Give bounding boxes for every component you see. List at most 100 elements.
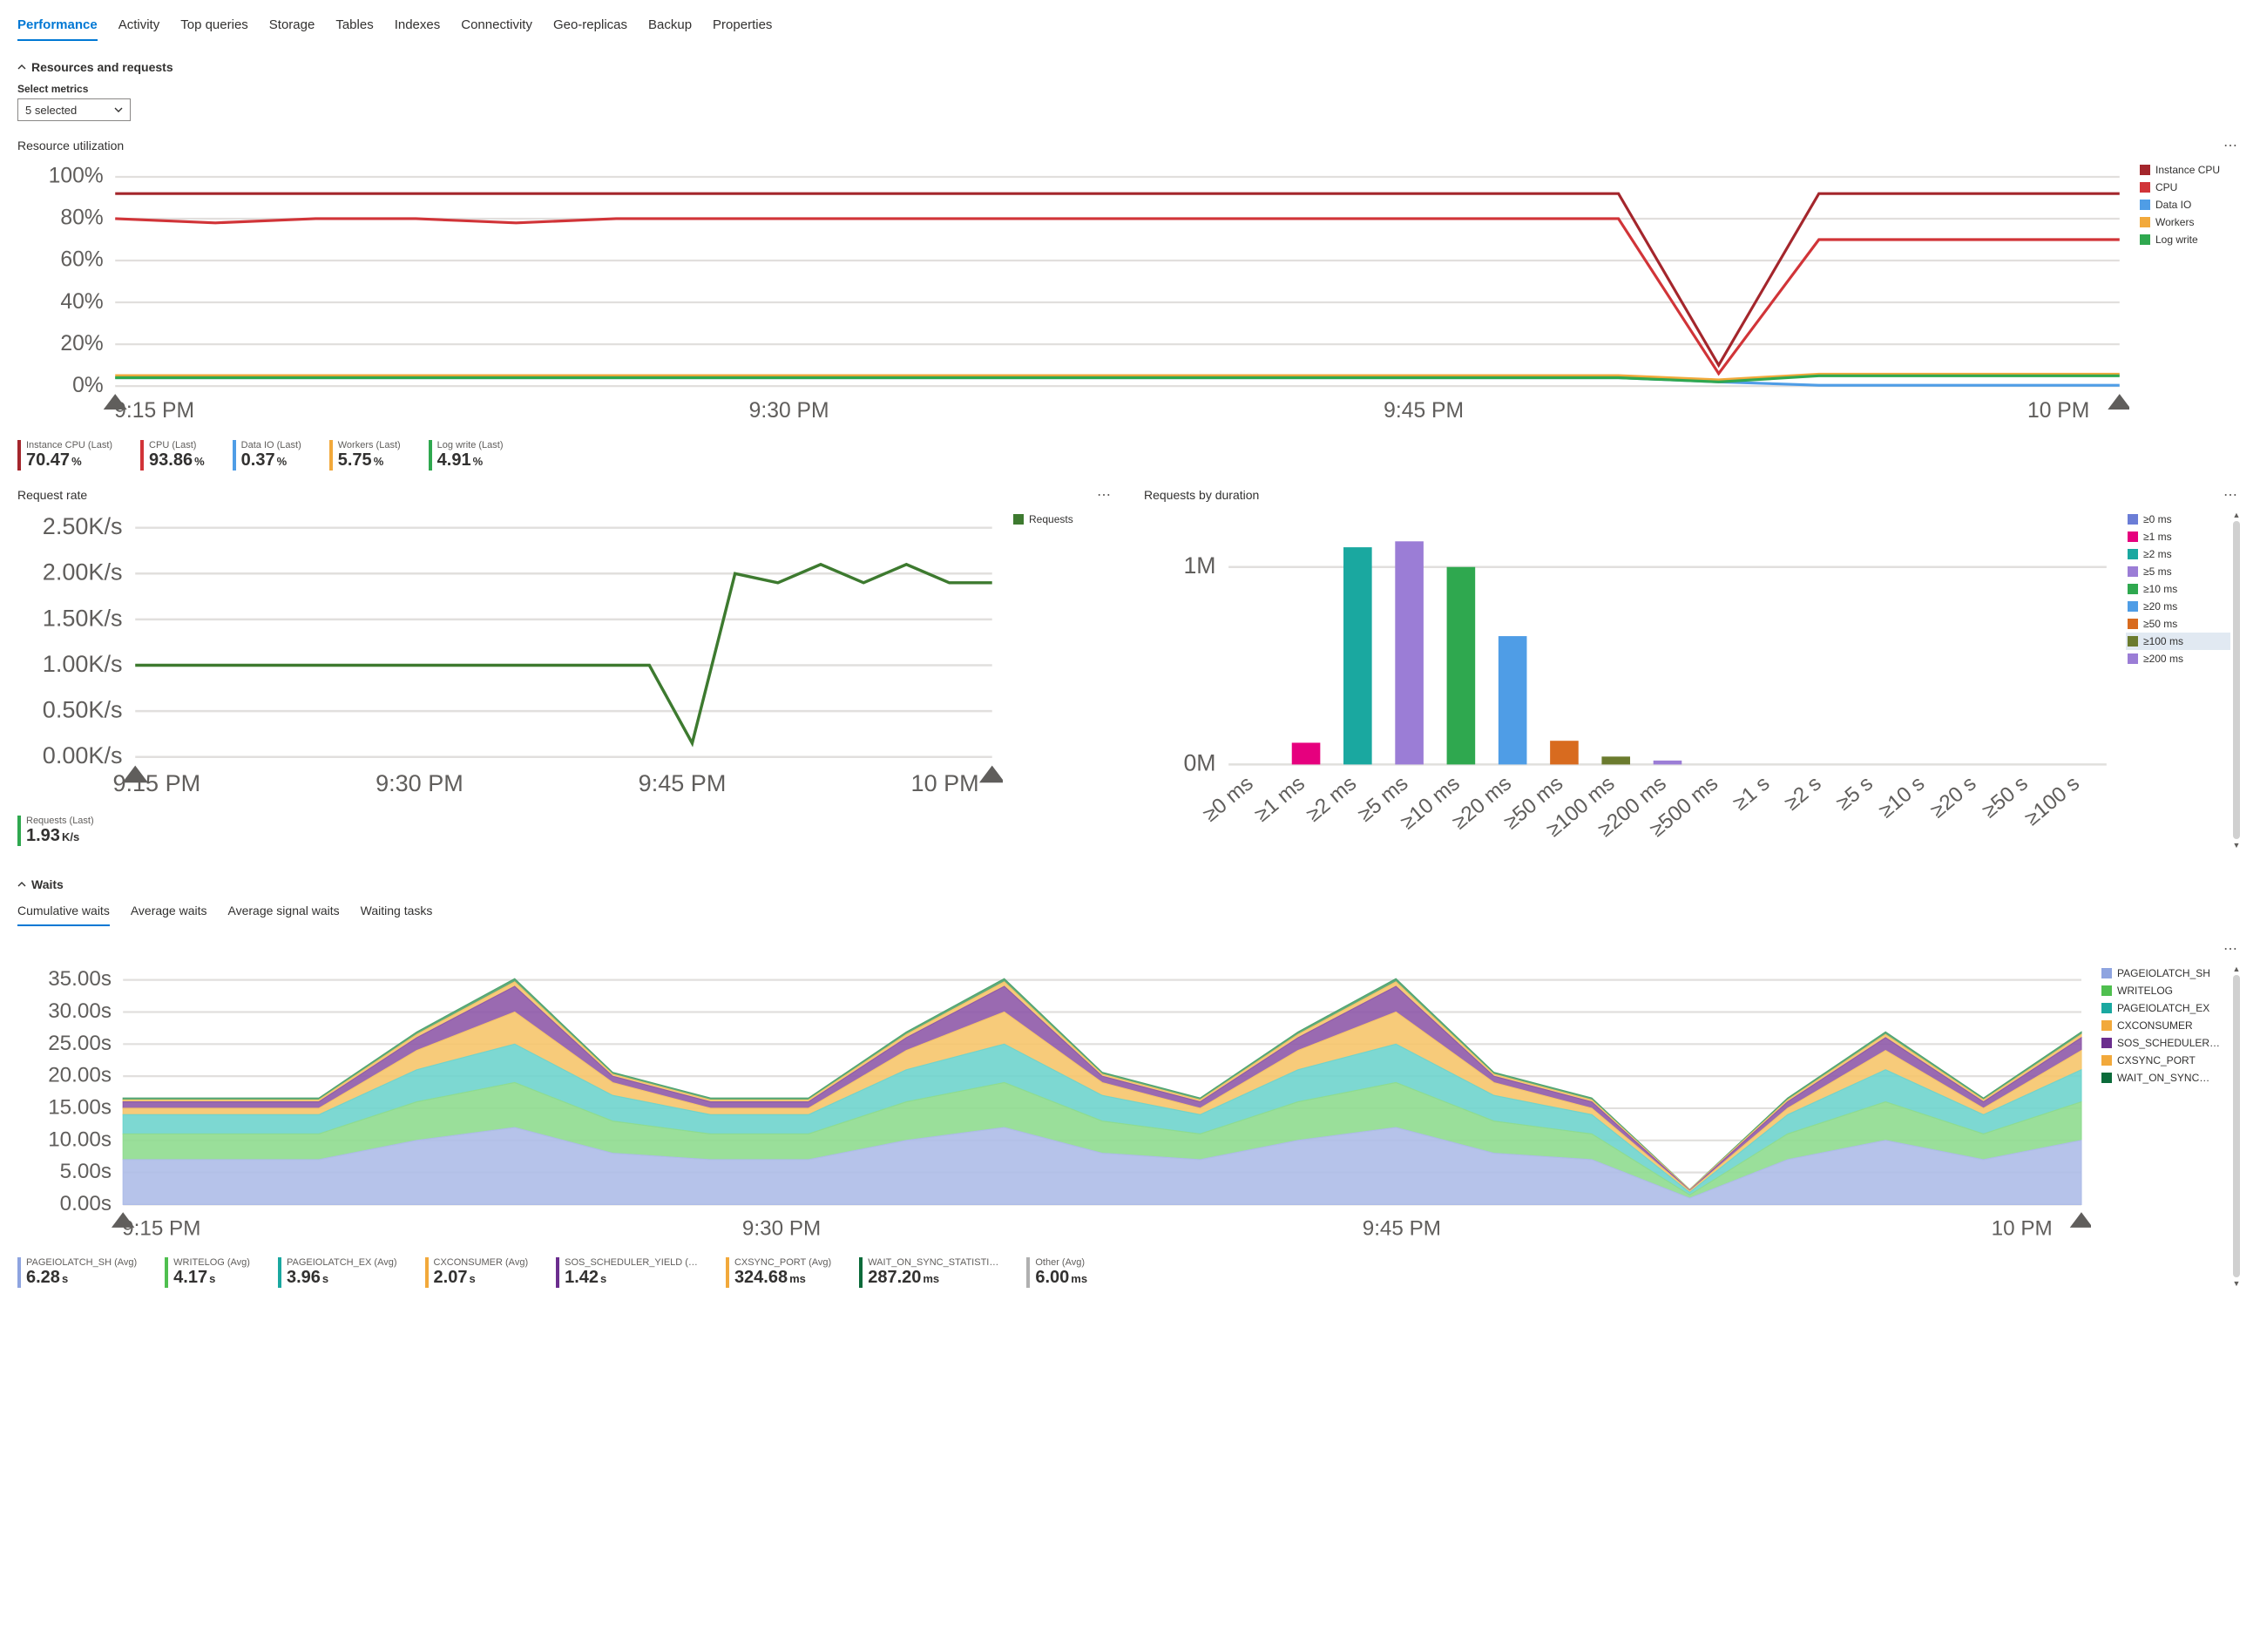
waits-plot[interactable]: 35.00s30.00s25.00s20.00s15.00s10.00s5.00…: [17, 965, 2091, 1253]
scroll-up-icon[interactable]: ▲: [2233, 511, 2241, 519]
chart-title: Resource utilization: [17, 139, 124, 152]
legend-item[interactable]: CXCONSUMER: [2100, 1017, 2230, 1034]
tab-backup[interactable]: Backup: [648, 14, 692, 41]
metrics-select[interactable]: 5 selected: [17, 98, 131, 121]
metrics-select-value: 5 selected: [25, 104, 77, 117]
chart-title: Request rate: [17, 488, 87, 502]
legend-swatch: [2128, 601, 2138, 612]
legend-swatch: [2128, 619, 2138, 629]
legend-label: ≥20 ms: [2143, 600, 2177, 613]
more-menu-icon[interactable]: ⋯: [2220, 940, 2243, 958]
resource-util-plot[interactable]: 100%80%60%40%20%0%9:15 PM9:30 PM9:45 PM1…: [17, 161, 2129, 435]
legend-item[interactable]: ≥10 ms: [2126, 580, 2230, 598]
scroll-down-icon[interactable]: ▼: [2233, 841, 2241, 850]
tab-storage[interactable]: Storage: [269, 14, 315, 41]
legend-item[interactable]: Log write: [2138, 231, 2243, 248]
kpi-label: Log write (Last): [437, 440, 504, 450]
kpi: WAIT_ON_SYNC_STATISTI…287.20ms: [859, 1257, 998, 1288]
kpi-unit: K/s: [62, 830, 79, 843]
kpi-value: 2.07: [434, 1268, 468, 1287]
kpi-value: 1.42: [565, 1268, 599, 1287]
kpi-label: Other (Avg): [1035, 1257, 1087, 1268]
kpi-label: WAIT_ON_SYNC_STATISTI…: [868, 1257, 998, 1268]
more-menu-icon[interactable]: ⋯: [1093, 486, 1116, 504]
legend-item[interactable]: Requests: [1012, 511, 1116, 528]
legend-item[interactable]: PAGEIOLATCH_SH: [2100, 965, 2230, 982]
svg-text:0M: 0M: [1183, 750, 1215, 776]
kpi: Instance CPU (Last)70.47%: [17, 440, 112, 471]
svg-text:9:15 PM: 9:15 PM: [112, 770, 200, 796]
chart-title: Requests by duration: [1144, 488, 1259, 502]
svg-text:≥20 s: ≥20 s: [1926, 772, 1981, 823]
more-menu-icon[interactable]: ⋯: [2220, 137, 2243, 154]
legend-item[interactable]: ≥50 ms: [2126, 615, 2230, 633]
legend-item[interactable]: CXSYNC_PORT: [2100, 1052, 2230, 1069]
legend-item[interactable]: PAGEIOLATCH_EX: [2100, 999, 2230, 1017]
request-rate-legend: Requests: [1012, 511, 1116, 846]
section-title: Waits: [31, 877, 64, 891]
kpi-bar: [17, 440, 21, 471]
legend-item[interactable]: ≥100 ms: [2126, 633, 2230, 650]
kpi-bar: [726, 1257, 729, 1288]
tab-properties[interactable]: Properties: [713, 14, 772, 41]
kpi-label: CPU (Last): [149, 440, 205, 450]
legend-item[interactable]: Workers: [2138, 213, 2243, 231]
subtab-waiting-tasks[interactable]: Waiting tasks: [361, 900, 433, 926]
subtab-average-signal-waits[interactable]: Average signal waits: [228, 900, 340, 926]
svg-text:10 PM: 10 PM: [911, 770, 979, 796]
kpi-value: 0.37: [241, 450, 275, 470]
requests-by-duration-plot[interactable]: 0M1M≥0 ms≥1 ms≥2 ms≥5 ms≥10 ms≥20 ms≥50 …: [1144, 511, 2117, 850]
kpi-value: 6.28: [26, 1268, 60, 1287]
subtab-cumulative-waits[interactable]: Cumulative waits: [17, 900, 110, 926]
tab-indexes[interactable]: Indexes: [395, 14, 441, 41]
legend-scrollbar[interactable]: ▲ ▼: [2230, 965, 2243, 1289]
tab-top-queries[interactable]: Top queries: [180, 14, 248, 41]
legend-label: SOS_SCHEDULER…: [2117, 1037, 2220, 1049]
legend-item[interactable]: ≥0 ms: [2126, 511, 2230, 528]
legend-item[interactable]: Instance CPU: [2138, 161, 2243, 179]
legend-swatch: [2128, 584, 2138, 594]
legend-swatch: [2128, 566, 2138, 577]
svg-text:60%: 60%: [60, 248, 103, 272]
metrics-picker: Select metrics 5 selected: [17, 83, 2243, 121]
legend-item[interactable]: CPU: [2138, 179, 2243, 196]
tab-performance[interactable]: Performance: [17, 14, 98, 41]
legend-item[interactable]: WAIT_ON_SYNC…: [2100, 1069, 2230, 1087]
kpi-bar: [556, 1257, 559, 1288]
svg-text:9:30 PM: 9:30 PM: [749, 399, 829, 423]
kpi-value: 70.47: [26, 450, 70, 470]
tab-tables[interactable]: Tables: [335, 14, 373, 41]
tab-activity[interactable]: Activity: [118, 14, 160, 41]
svg-text:0.50K/s: 0.50K/s: [43, 697, 123, 723]
legend-scrollbar[interactable]: ▲ ▼: [2230, 511, 2243, 850]
kpi: CPU (Last)93.86%: [140, 440, 205, 471]
legend-item[interactable]: ≥2 ms: [2126, 545, 2230, 563]
legend-label: ≥0 ms: [2143, 513, 2172, 525]
section-toggle-waits[interactable]: Waits: [17, 877, 2243, 891]
scroll-down-icon[interactable]: ▼: [2233, 1279, 2241, 1288]
kpi-bar: [17, 816, 21, 846]
more-menu-icon[interactable]: ⋯: [2220, 486, 2243, 504]
legend-item[interactable]: ≥200 ms: [2126, 650, 2230, 667]
tab-connectivity[interactable]: Connectivity: [461, 14, 532, 41]
subtab-average-waits[interactable]: Average waits: [131, 900, 207, 926]
kpi: WRITELOG (Avg)4.17s: [165, 1257, 250, 1288]
legend-item[interactable]: WRITELOG: [2100, 982, 2230, 999]
svg-text:9:45 PM: 9:45 PM: [1384, 399, 1464, 423]
section-toggle-resources[interactable]: Resources and requests: [17, 60, 2243, 74]
request-rate-kpis: Requests (Last)1.93K/s: [17, 816, 1003, 846]
legend-swatch: [2128, 653, 2138, 664]
svg-text:9:45 PM: 9:45 PM: [1363, 1216, 1441, 1240]
tab-geo-replicas[interactable]: Geo-replicas: [553, 14, 627, 41]
legend-swatch: [2140, 165, 2150, 175]
kpi: PAGEIOLATCH_EX (Avg)3.96s: [278, 1257, 397, 1288]
svg-text:1.50K/s: 1.50K/s: [43, 605, 123, 631]
legend-item[interactable]: ≥1 ms: [2126, 528, 2230, 545]
legend-swatch: [2101, 1003, 2112, 1013]
scroll-up-icon[interactable]: ▲: [2233, 965, 2241, 973]
legend-item[interactable]: SOS_SCHEDULER…: [2100, 1034, 2230, 1052]
request-rate-plot[interactable]: 2.50K/s2.00K/s1.50K/s1.00K/s0.50K/s0.00K…: [17, 511, 1003, 810]
legend-item[interactable]: ≥20 ms: [2126, 598, 2230, 615]
legend-item[interactable]: Data IO: [2138, 196, 2243, 213]
legend-item[interactable]: ≥5 ms: [2126, 563, 2230, 580]
